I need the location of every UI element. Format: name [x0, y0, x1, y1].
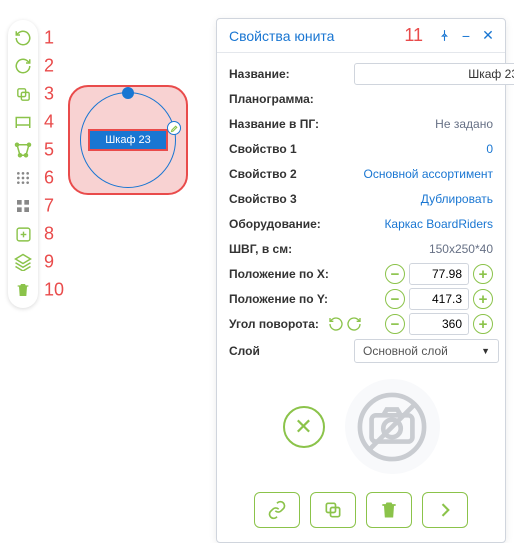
rotation-ring[interactable]: Шкаф 23	[80, 92, 176, 188]
tool-polygon[interactable]: 5	[8, 136, 38, 164]
rotate-handle-icon[interactable]	[122, 87, 134, 99]
name-input[interactable]	[354, 63, 514, 85]
left-toolbar: 1 2 3 4 5 6 7 8 9 10	[8, 20, 38, 308]
rotate-right-icon	[14, 57, 32, 75]
tool-num: 2	[44, 56, 54, 77]
layer-select[interactable]: Основной слой ▼	[354, 339, 499, 363]
grid-small-icon	[15, 170, 31, 186]
posx-plus-button[interactable]: +	[473, 264, 493, 284]
trash-icon	[379, 500, 399, 520]
polygon-icon	[14, 141, 32, 159]
copy-icon	[15, 86, 32, 103]
prop2-label: Свойство 2	[229, 167, 354, 181]
posx-minus-button[interactable]: −	[385, 264, 405, 284]
tool-shelf[interactable]: 4	[8, 108, 38, 136]
pin-icon[interactable]	[435, 27, 453, 45]
duplicate-button[interactable]	[310, 492, 356, 528]
shelf-icon	[14, 113, 32, 131]
prop2-value[interactable]: Основной ассортимент	[354, 167, 493, 181]
link-icon	[267, 500, 287, 520]
close-icon[interactable]: ✕	[479, 27, 497, 45]
tool-num: 9	[44, 252, 54, 273]
angle-plus-button[interactable]: +	[473, 314, 493, 334]
camera-off-icon	[357, 392, 427, 462]
prop3-value[interactable]: Дублировать	[354, 192, 493, 206]
panel-title: Свойства юнита	[229, 28, 396, 44]
name-in-pg-label: Название в ПГ:	[229, 117, 354, 131]
chevron-right-icon	[435, 500, 455, 520]
name-label: Название:	[229, 67, 354, 81]
panel-header: Свойства юнита 11 − ✕	[217, 19, 505, 53]
angle-label: Угол поворота:	[229, 317, 324, 331]
delete-icon	[15, 282, 31, 298]
equipment-label: Оборудование:	[229, 217, 354, 231]
dims-label: ШВГ, в см:	[229, 242, 354, 256]
canvas-selected-unit[interactable]: Шкаф 23	[68, 85, 188, 195]
tool-layers[interactable]: 9	[8, 248, 38, 276]
clear-image-button[interactable]: ✕	[283, 406, 325, 448]
prop1-value[interactable]: 0	[354, 142, 493, 156]
dims-value: 150x250*40	[354, 242, 493, 256]
tool-copy[interactable]: 3	[8, 80, 38, 108]
tool-add-frame[interactable]: 8	[8, 220, 38, 248]
copy-icon	[323, 500, 343, 520]
angle-input[interactable]	[409, 313, 469, 335]
posy-input[interactable]	[409, 288, 469, 310]
rotate-left-icon	[14, 29, 32, 47]
tool-delete[interactable]: 10	[8, 276, 38, 304]
tool-grid-large[interactable]: 7	[8, 192, 38, 220]
prop3-label: Свойство 3	[229, 192, 354, 206]
delete-button[interactable]	[366, 492, 412, 528]
link-button[interactable]	[254, 492, 300, 528]
posx-label: Положение по X:	[229, 267, 354, 281]
planogram-label: Планограмма:	[229, 92, 354, 106]
properties-panel: Свойства юнита 11 − ✕ Название: Планогра…	[216, 18, 506, 543]
edit-handle-icon[interactable]	[167, 121, 181, 135]
name-in-pg-value: Не задано	[354, 117, 493, 131]
rotate-ccw-icon[interactable]	[328, 316, 344, 332]
chevron-down-icon: ▼	[481, 346, 490, 356]
minimize-icon[interactable]: −	[457, 27, 475, 45]
layers-icon	[14, 253, 32, 271]
tool-num: 1	[44, 28, 54, 49]
posy-plus-button[interactable]: +	[473, 289, 493, 309]
tool-rotate-left[interactable]: 1	[8, 24, 38, 52]
tool-num: 3	[44, 84, 54, 105]
tool-num: 10	[44, 280, 64, 301]
tool-num: 4	[44, 112, 54, 133]
tool-num: 5	[44, 140, 54, 161]
posx-input[interactable]	[409, 263, 469, 285]
no-photo-placeholder	[345, 379, 440, 474]
tool-num: 8	[44, 224, 54, 245]
posy-label: Положение по Y:	[229, 292, 354, 306]
prop1-label: Свойство 1	[229, 142, 354, 156]
layer-value: Основной слой	[363, 344, 448, 358]
tool-num: 6	[44, 168, 54, 189]
tool-rotate-right[interactable]: 2	[8, 52, 38, 80]
add-frame-icon	[15, 226, 32, 243]
tool-grid-small[interactable]: 6	[8, 164, 38, 192]
panel-header-num: 11	[404, 25, 423, 46]
angle-minus-button[interactable]: −	[385, 314, 405, 334]
panel-body: Название: Планограмма: Название в ПГ: Не…	[217, 53, 505, 542]
unit-label: Шкаф 23	[88, 129, 168, 151]
rotate-cw-icon[interactable]	[346, 316, 362, 332]
tool-num: 7	[44, 196, 54, 217]
equipment-value[interactable]: Каркас BoardRiders	[354, 217, 493, 231]
grid-large-icon	[15, 198, 31, 214]
posy-minus-button[interactable]: −	[385, 289, 405, 309]
layer-label: Слой	[229, 344, 354, 358]
next-button[interactable]	[422, 492, 468, 528]
